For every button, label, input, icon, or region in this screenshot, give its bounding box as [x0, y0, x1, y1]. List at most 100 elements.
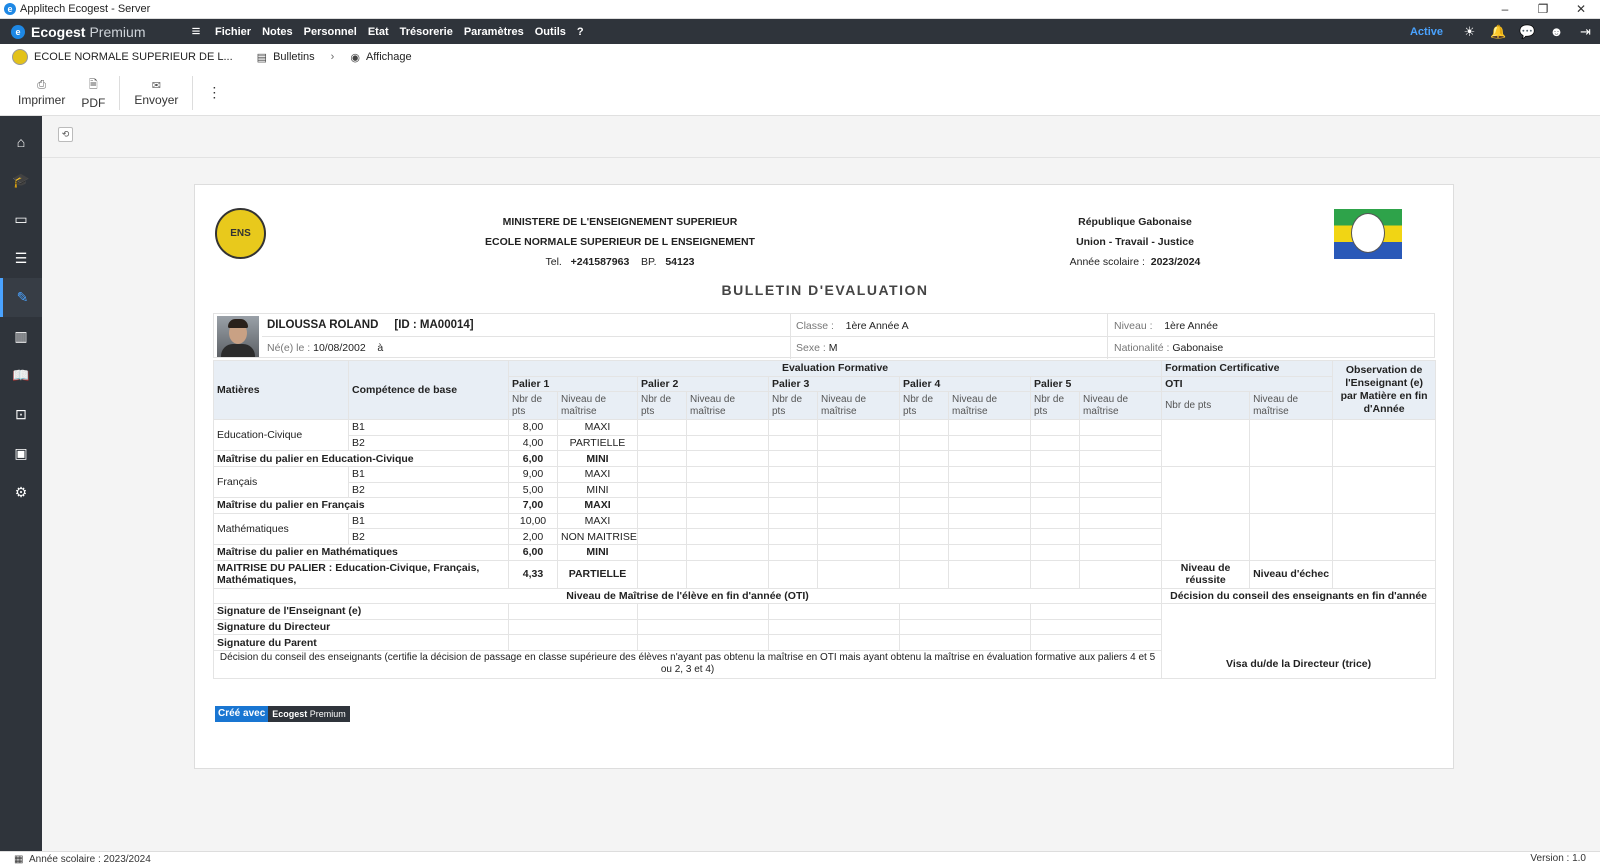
table-row: Mathématiques B1 10,00 MAXI — [213, 512, 1437, 561]
header-evaluation-formative: Evaluation Formative — [507, 360, 1163, 377]
competence-cell: B1 — [348, 419, 509, 436]
menu-parametres[interactable]: Paramètres — [464, 26, 524, 38]
menu-personnel[interactable]: Personnel — [304, 26, 357, 38]
header-palier-3: Palier 3 — [768, 375, 900, 393]
eye-icon: ◉ — [350, 51, 360, 64]
menu-outils[interactable]: Outils — [535, 26, 566, 38]
made-with-label: Créé avec — [215, 706, 269, 722]
signature-parent: Signature du Parent — [213, 634, 509, 651]
sidebar-home-icon[interactable]: ⌂ — [0, 122, 42, 161]
envelope-icon: ✉ — [151, 79, 161, 92]
birth-line: Né(e) le : 10/08/2002 à — [267, 342, 383, 354]
report-title: BULLETIN D'EVALUATION — [721, 282, 929, 298]
printer-icon: ⎙ — [37, 78, 47, 91]
window-title: Applitech Ecogest - Server — [20, 3, 151, 15]
student-name: DILOUSSA ROLAND — [267, 319, 379, 331]
breadcrumb: ECOLE NORMALE SUPERIEUR DE L... ▤ Bullet… — [0, 44, 1600, 70]
birth-label: Né(e) le : — [267, 342, 311, 354]
overall-points: 4,33 — [508, 559, 558, 589]
back-arrow-icon[interactable]: ⟲ — [58, 127, 73, 142]
close-button[interactable]: ✕ — [1562, 0, 1600, 19]
class-label: Classe : — [796, 320, 834, 332]
nationality-line: Nationalité : Gabonaise — [1114, 342, 1223, 354]
header-matieres: Matières — [213, 359, 349, 421]
sex-line: Sexe : M — [796, 342, 837, 354]
breadcrumb-bulletins[interactable]: Bulletins — [273, 51, 315, 63]
menu-etat[interactable]: Etat — [368, 26, 389, 38]
overall-mastery-label: MAITRISE DU PALIER : Education-Civique, … — [213, 559, 509, 589]
chat-icon[interactable]: 💬 — [1513, 24, 1542, 40]
sidebar-students-icon[interactable]: 🎓 — [0, 161, 42, 200]
header-oti-nbr-pts: Nbr de pts — [1161, 391, 1251, 421]
header-formation-certificative: Formation Certificative — [1161, 360, 1334, 377]
send-button[interactable]: ✉ Envoyer — [126, 73, 186, 113]
sidebar-payment-card-icon[interactable]: ▭ — [0, 200, 42, 239]
header-competence: Compétence de base — [348, 359, 509, 421]
signature-teacher: Signature de l'Enseignant (e) — [213, 603, 509, 620]
user-account-icon[interactable]: ☻ — [1542, 24, 1571, 39]
sidebar-list-icon[interactable]: ☰ — [0, 239, 42, 278]
header-niveau-maitrise: Niveau de maîtrise — [686, 391, 769, 421]
tel-label: Tel. — [545, 256, 562, 268]
main-content: ⟲ ENS MINISTERE DE L'ENSEIGNEMENT SUPERI… — [42, 116, 1600, 851]
student-info: DILOUSSA ROLAND [ID : MA00014] Né(e) le … — [213, 313, 1435, 359]
competence-cell: B2 — [348, 434, 509, 452]
class-value: 1ère Année A — [845, 320, 909, 332]
app-topbar: e Ecogest Premium ≡ Fichier Notes Person… — [0, 19, 1600, 44]
more-options-icon[interactable]: ⋮ — [207, 84, 221, 101]
council-decision-header: Décision du conseil des enseignants en f… — [1161, 587, 1437, 605]
nationality-label: Nationalité : — [1114, 342, 1170, 354]
niveau-reussite: Niveau de réussite — [1161, 559, 1251, 589]
level-label: Niveau : — [1114, 320, 1153, 332]
subject-summary: Maîtrise du palier en Education-Civique — [213, 450, 509, 467]
notification-bell-icon[interactable]: 🔔 — [1484, 24, 1513, 40]
summary-level: MINI — [557, 543, 638, 561]
report-document: ENS MINISTERE DE L'ENSEIGNEMENT SUPERIEU… — [194, 184, 1454, 769]
class-line: Classe : 1ère Année A — [796, 320, 909, 332]
report-header-left: MINISTERE DE L'ENSEIGNEMENT SUPERIEUR EC… — [485, 212, 755, 272]
logout-icon[interactable]: ⇥ — [1571, 24, 1600, 40]
council-note: Décision du conseil des enseignants (cer… — [212, 649, 1163, 679]
birth-place: à — [377, 342, 384, 354]
bp-value: 54123 — [665, 256, 695, 268]
minimize-button[interactable]: – — [1486, 0, 1524, 19]
table-row: Décision du conseil des enseignants (cer… — [212, 649, 1437, 679]
grades-table: Matières Compétence de base Evaluation F… — [212, 359, 1437, 679]
menu-fichier[interactable]: Fichier — [215, 26, 251, 38]
level-cell: MINI — [557, 481, 638, 499]
status-school-year: Année scolaire : 2023/2024 — [29, 854, 151, 865]
pdf-button[interactable]: 🗎 PDF — [73, 73, 113, 113]
made-with-brand-bold: Ecogest — [272, 709, 308, 719]
points-cell: 8,00 — [508, 419, 558, 436]
document-icon: ▤ — [256, 51, 268, 64]
level-line: Niveau : 1ère Année — [1114, 320, 1218, 332]
sidebar-stats-chart-icon[interactable]: ▥ — [0, 317, 42, 356]
menu-help[interactable]: ? — [577, 26, 584, 38]
menu-tresorerie[interactable]: Trésorerie — [400, 26, 453, 38]
ministry-name: MINISTERE DE L'ENSEIGNEMENT SUPERIEUR — [502, 216, 738, 228]
nationality-value: Gabonaise — [1172, 342, 1224, 354]
pdf-label: PDF — [81, 95, 106, 110]
breadcrumb-affichage[interactable]: Affichage — [366, 51, 412, 63]
print-button[interactable]: ⎙ Imprimer — [10, 73, 73, 113]
theme-sun-icon[interactable]: ☀ — [1455, 24, 1484, 40]
summary-level: MINI — [557, 450, 638, 467]
header-palier-1: Palier 1 — [508, 375, 638, 393]
breadcrumb-school[interactable]: ECOLE NORMALE SUPERIEUR DE L... — [34, 51, 233, 63]
made-with-brand: Ecogest Premium — [268, 706, 350, 722]
menu-notes[interactable]: Notes — [262, 26, 293, 38]
sidebar-wallet-icon[interactable]: ▣ — [0, 434, 42, 473]
table-row: MAITRISE DU PALIER : Education-Civique, … — [213, 559, 1437, 589]
sidebar-book-icon[interactable]: 📖 — [0, 356, 42, 395]
restore-button[interactable]: ❐ — [1524, 0, 1562, 19]
hamburger-menu-icon[interactable]: ≡ — [181, 23, 211, 40]
sidebar-presentation-icon[interactable]: ⊡ — [0, 395, 42, 434]
competence-cell: B2 — [348, 481, 509, 499]
level-cell: MAXI — [557, 512, 638, 530]
table-row: Niveau de Maîtrise de l'élève en fin d'a… — [212, 587, 1437, 605]
header-palier-2: Palier 2 — [637, 375, 769, 393]
toolbar: ⎙ Imprimer 🗎 PDF ✉ Envoyer ⋮ — [0, 70, 1600, 116]
sidebar-settings-gear-icon[interactable]: ⚙ — [0, 473, 42, 512]
school-logo-icon — [12, 49, 28, 65]
sidebar-grades-pencil-icon[interactable]: ✎ — [0, 278, 42, 317]
